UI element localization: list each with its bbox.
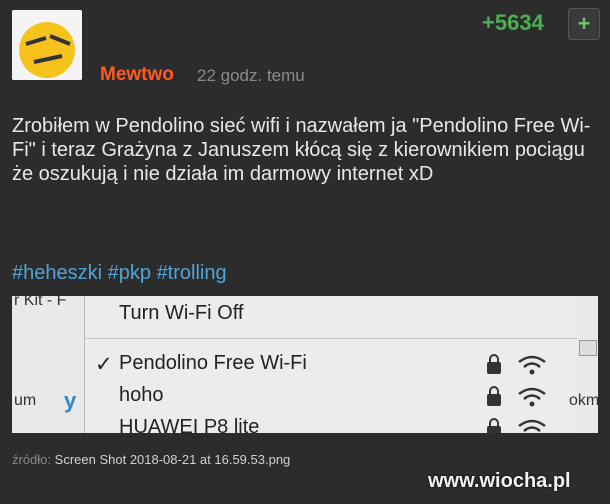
lock-icon [487,418,501,433]
reader-icon [579,340,597,356]
avatar[interactable] [12,10,82,80]
checkmark-icon: ✓ [95,353,113,376]
post-timestamp: 22 godz. temu [197,66,305,85]
source-line: źródło: Screen Shot 2018-08-21 at 16.59.… [12,452,290,467]
wifi-signal-icon [518,355,546,375]
wifi-signal-icon [518,419,546,432]
source-label: źródło: [12,452,52,467]
tag-pkp[interactable]: #pkp [108,262,151,284]
screenshot-left-pane: r Kit - F um y [12,296,84,433]
wifi-signal-icon [518,387,546,407]
embedded-screenshot[interactable]: r Kit - F um y Turn Wi-Fi Off ✓ Pendolin… [12,296,598,433]
wifi-menu: Turn Wi-Fi Off ✓ Pendolino Free Wi-Fi ho… [84,296,579,433]
screenshot-right-pane: okm [569,296,598,433]
tag-list: #heheszki #pkp #trolling [12,262,227,285]
source-file-link[interactable]: Screen Shot 2018-08-21 at 16.59.53.png [55,452,291,467]
tag-trolling[interactable]: #trolling [157,262,227,284]
menu-separator [85,338,578,339]
tag-heheszki[interactable]: #heheszki [12,262,102,284]
menu-item-turn-wifi-off[interactable]: Turn Wi-Fi Off [119,302,243,325]
twitter-bird-icon: y [64,388,77,413]
author-name[interactable]: Mewtwo [100,64,174,86]
watermark: www.wiocha.pl [428,470,571,492]
vote-count: +5634 [482,10,544,35]
lock-icon [487,386,501,406]
avatar-face-icon [12,10,82,80]
menu-item-network-hoho[interactable]: hoho [119,384,164,407]
menu-item-network-pendolino[interactable]: Pendolino Free Wi-Fi [119,352,307,375]
screenshot-fragment-right: okm [569,392,598,409]
post-text: Zrobiłem w Pendolino sieć wifi i nazwałe… [12,115,591,185]
screenshot-fragment-top: r Kit - F [14,296,67,309]
screenshot-fragment-mid: um [14,392,37,409]
menu-item-network-huawei[interactable]: HUAWEI P8 lite [119,416,259,433]
upvote-button[interactable]: + [568,8,600,40]
lock-icon [487,354,501,374]
